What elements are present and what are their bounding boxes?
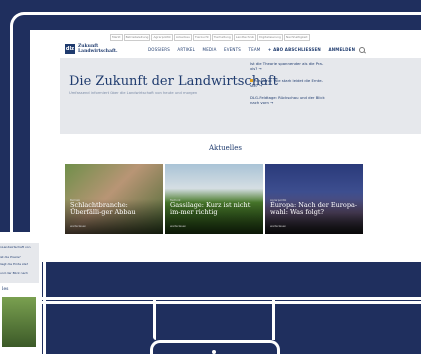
monitor-base-dot [212, 350, 216, 354]
article-cards: Betrieb Schlachtbranche: Überfälli-ger A… [65, 164, 391, 234]
login-button[interactable]: ANMELDEN [328, 47, 355, 52]
site-logo[interactable]: dlz Zukunft Landwirtschaft. [65, 44, 118, 54]
hero-title: Die Zukunft der Landwirtschaft [69, 74, 278, 89]
hero-subtitle: Umfassend informiert über die Landwirtsc… [69, 91, 198, 95]
article-card[interactable]: Technik Gassilage: Kurz ist nicht im-mer… [165, 164, 263, 234]
read-more-link[interactable]: weiterlesen [170, 224, 186, 228]
news-item[interactable]: DLG-Feldtage: Rückschau und der Blick na… [250, 95, 330, 105]
article-title: Europa: Nach der Europa-wahl: Was folgt? [270, 201, 358, 216]
alert-icon [250, 79, 253, 82]
nav-item-team[interactable]: TEAM [248, 47, 260, 52]
news-item[interactable]: Ist die Theorie spannender als die Pra-x… [250, 61, 330, 71]
news-item-text: DLG-Feldtage: Rückschau und der Blick na… [250, 95, 325, 105]
news-item-text: Russland: Wie stark leidet die Ernte-ste… [250, 78, 323, 88]
article-title: Schlachtbranche: Überfälli-ger Abbau [70, 201, 136, 216]
news-item[interactable]: Russland: Wie stark leidet die Ernte-ste… [250, 78, 330, 88]
read-more-link[interactable]: weiterlesen [270, 224, 286, 228]
article-card[interactable]: Betrieb Schlachtbranche: Überfälli-ger A… [65, 164, 163, 234]
read-more-link[interactable]: weiterlesen [70, 224, 86, 228]
logo-line2: Landwirtschaft. [78, 49, 118, 54]
subscribe-button[interactable]: + ABO ABSCHLIESSEN [268, 47, 321, 52]
monitor-stand-right [272, 300, 275, 340]
monitor-stand-left [153, 300, 156, 340]
website-screen: Markt Betriebsleitung Agrarpolitik Ackerbau… [30, 30, 421, 262]
nav-item-dossiers[interactable]: DOSSIERS [148, 47, 170, 52]
hero-banner: Die Zukunft der Landwirtschaft Umfassend… [60, 58, 421, 134]
nav-item-media[interactable]: MEDIA [203, 47, 217, 52]
article-card[interactable]: Agrarpolitik Europa: Nach der Europa-wah… [265, 164, 363, 234]
logo-mark: dlz [65, 44, 75, 54]
nav-item-artikel[interactable]: ARTIKEL [177, 47, 195, 52]
nav-item-events[interactable]: EVENTS [224, 47, 241, 52]
search-icon[interactable] [359, 47, 365, 53]
main-nav: DOSSIERS ARTIKEL MEDIA EVENTS TEAM + ABO… [148, 47, 361, 52]
section-title: Aktuelles [209, 144, 242, 152]
monitor-bezel [10, 297, 421, 300]
laptop-frame [0, 232, 46, 354]
logo-text: Zukunft Landwirtschaft. [78, 44, 118, 54]
article-title: Gassilage: Kurz ist nicht im-mer richtig [170, 201, 251, 216]
site-header: dlz Zukunft Landwirtschaft. DOSSIERS ART… [30, 40, 421, 56]
news-item-text: Ist die Theorie spannender als die Pra-x… [250, 61, 324, 71]
